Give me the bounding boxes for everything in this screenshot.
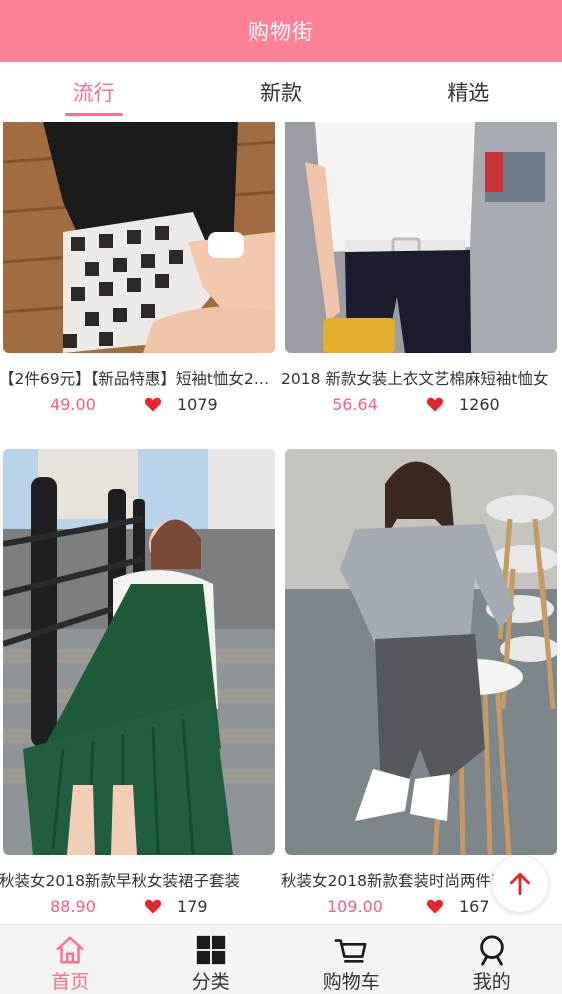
product-price: 56.64 (332, 394, 378, 414)
tabbar-label: 分类 (191, 971, 230, 993)
tab-control: 流行 新款 精选 (0, 62, 562, 122)
tabbar-item-home[interactable]: 首页 (0, 925, 141, 994)
tab-label: 精选 (447, 81, 490, 105)
product-price: 49.00 (50, 394, 96, 414)
tab-popular[interactable]: 流行 (0, 62, 187, 122)
product-title: 秋装女2018新款早秋女装裙子套装 (0, 872, 240, 890)
tab-new[interactable]: 新款 (187, 62, 374, 122)
product-likes: 1079 (177, 394, 218, 414)
tabbar-label: 首页 (51, 971, 90, 993)
product-card[interactable]: 秋装女2018新款早秋女装裙子套装 88.90 179 (0, 449, 275, 918)
cart-icon (334, 939, 367, 963)
tab-label: 新款 (259, 81, 302, 105)
tabbar-item-category[interactable]: 分类 (141, 925, 282, 994)
heart-icon (144, 397, 162, 412)
product-title: 【2件69元】【新品特惠】短袖t恤女2018夏季新款 (0, 370, 275, 388)
product-likes: 179 (177, 896, 208, 916)
tab-selected[interactable]: 精选 (375, 62, 562, 122)
arrow-up-icon (509, 872, 531, 896)
product-grid: 【2件69元】【新品特惠】短袖t恤女2018夏季新款 49.00 1079 20… (0, 122, 562, 924)
product-image[interactable] (285, 122, 557, 353)
heart-icon (144, 899, 162, 914)
product-price: 88.90 (50, 896, 96, 916)
heart-icon (426, 397, 444, 412)
product-image[interactable] (3, 122, 275, 353)
heart-icon (426, 899, 444, 914)
tabbar-item-profile[interactable]: 我的 (422, 925, 562, 994)
tab-label: 流行 (72, 81, 115, 105)
product-image[interactable] (3, 449, 275, 855)
tab-active-indicator (64, 113, 123, 116)
product-likes: 1260 (459, 394, 500, 414)
product-image[interactable] (285, 449, 557, 855)
category-icon (196, 935, 225, 965)
product-price: 109.00 (327, 896, 383, 916)
product-card[interactable]: 【2件69元】【新品特惠】短袖t恤女2018夏季新款 49.00 1079 (0, 122, 275, 416)
profile-icon (479, 935, 504, 966)
product-title: 2018 新款女装上衣文艺棉麻短袖t恤女 (281, 370, 549, 388)
tabbar-label: 我的 (472, 971, 511, 993)
product-card[interactable]: 2018 新款女装上衣文艺棉麻短袖t恤女 56.64 1260 (281, 122, 557, 416)
page-title: 购物街 (248, 20, 314, 44)
product-card[interactable]: 秋装女2018新款套装时尚两件套 109.00 167 (281, 449, 557, 918)
tabbar-item-cart[interactable]: 购物车 (281, 925, 422, 994)
back-to-top-button[interactable] (492, 856, 548, 912)
bottom-tab-bar: 首页 分类 购物车 我的 (0, 924, 562, 994)
nav-bar: 购物街 (0, 0, 562, 62)
tabbar-label: 购物车 (322, 971, 380, 993)
product-likes: 167 (459, 896, 490, 916)
home-icon (56, 936, 84, 964)
